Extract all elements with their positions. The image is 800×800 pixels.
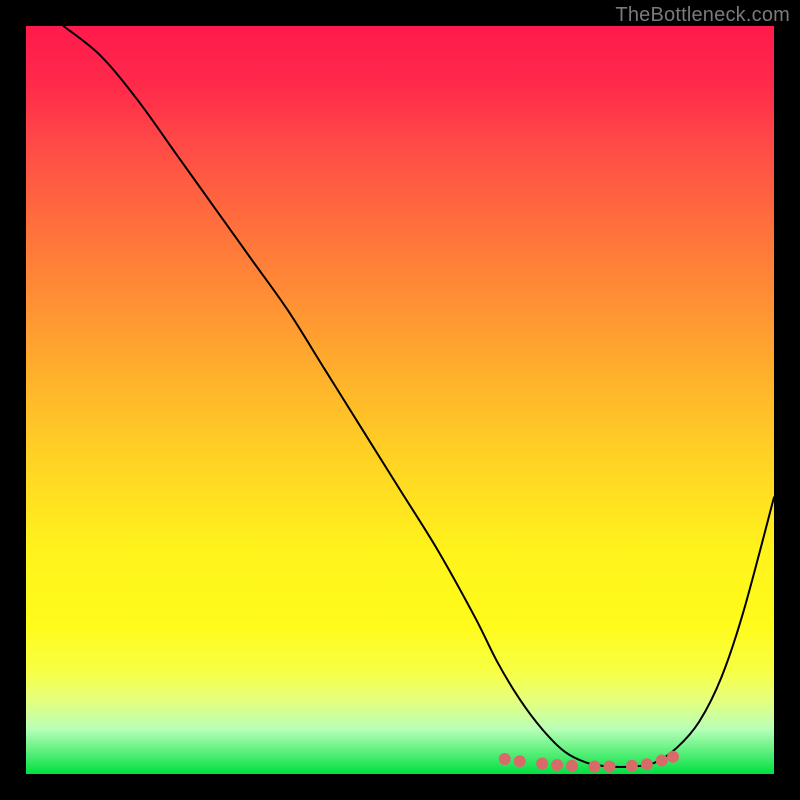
bottom-dot (566, 760, 578, 772)
bottom-dot (588, 761, 600, 773)
bottom-dot (667, 751, 679, 763)
bottom-dot (603, 761, 615, 773)
plot-area (26, 26, 774, 774)
bottom-dot (626, 760, 638, 772)
bottom-dot (656, 755, 668, 767)
watermark-text: TheBottleneck.com (615, 4, 790, 27)
bottom-dot-group (499, 751, 679, 773)
bottom-dot (499, 753, 511, 765)
bottom-dot (514, 755, 526, 767)
bottom-dot (551, 759, 563, 771)
bottom-dot (641, 758, 653, 770)
chart-stage: TheBottleneck.com (0, 0, 800, 800)
bottom-dot (536, 758, 548, 770)
markers-layer (26, 26, 774, 774)
